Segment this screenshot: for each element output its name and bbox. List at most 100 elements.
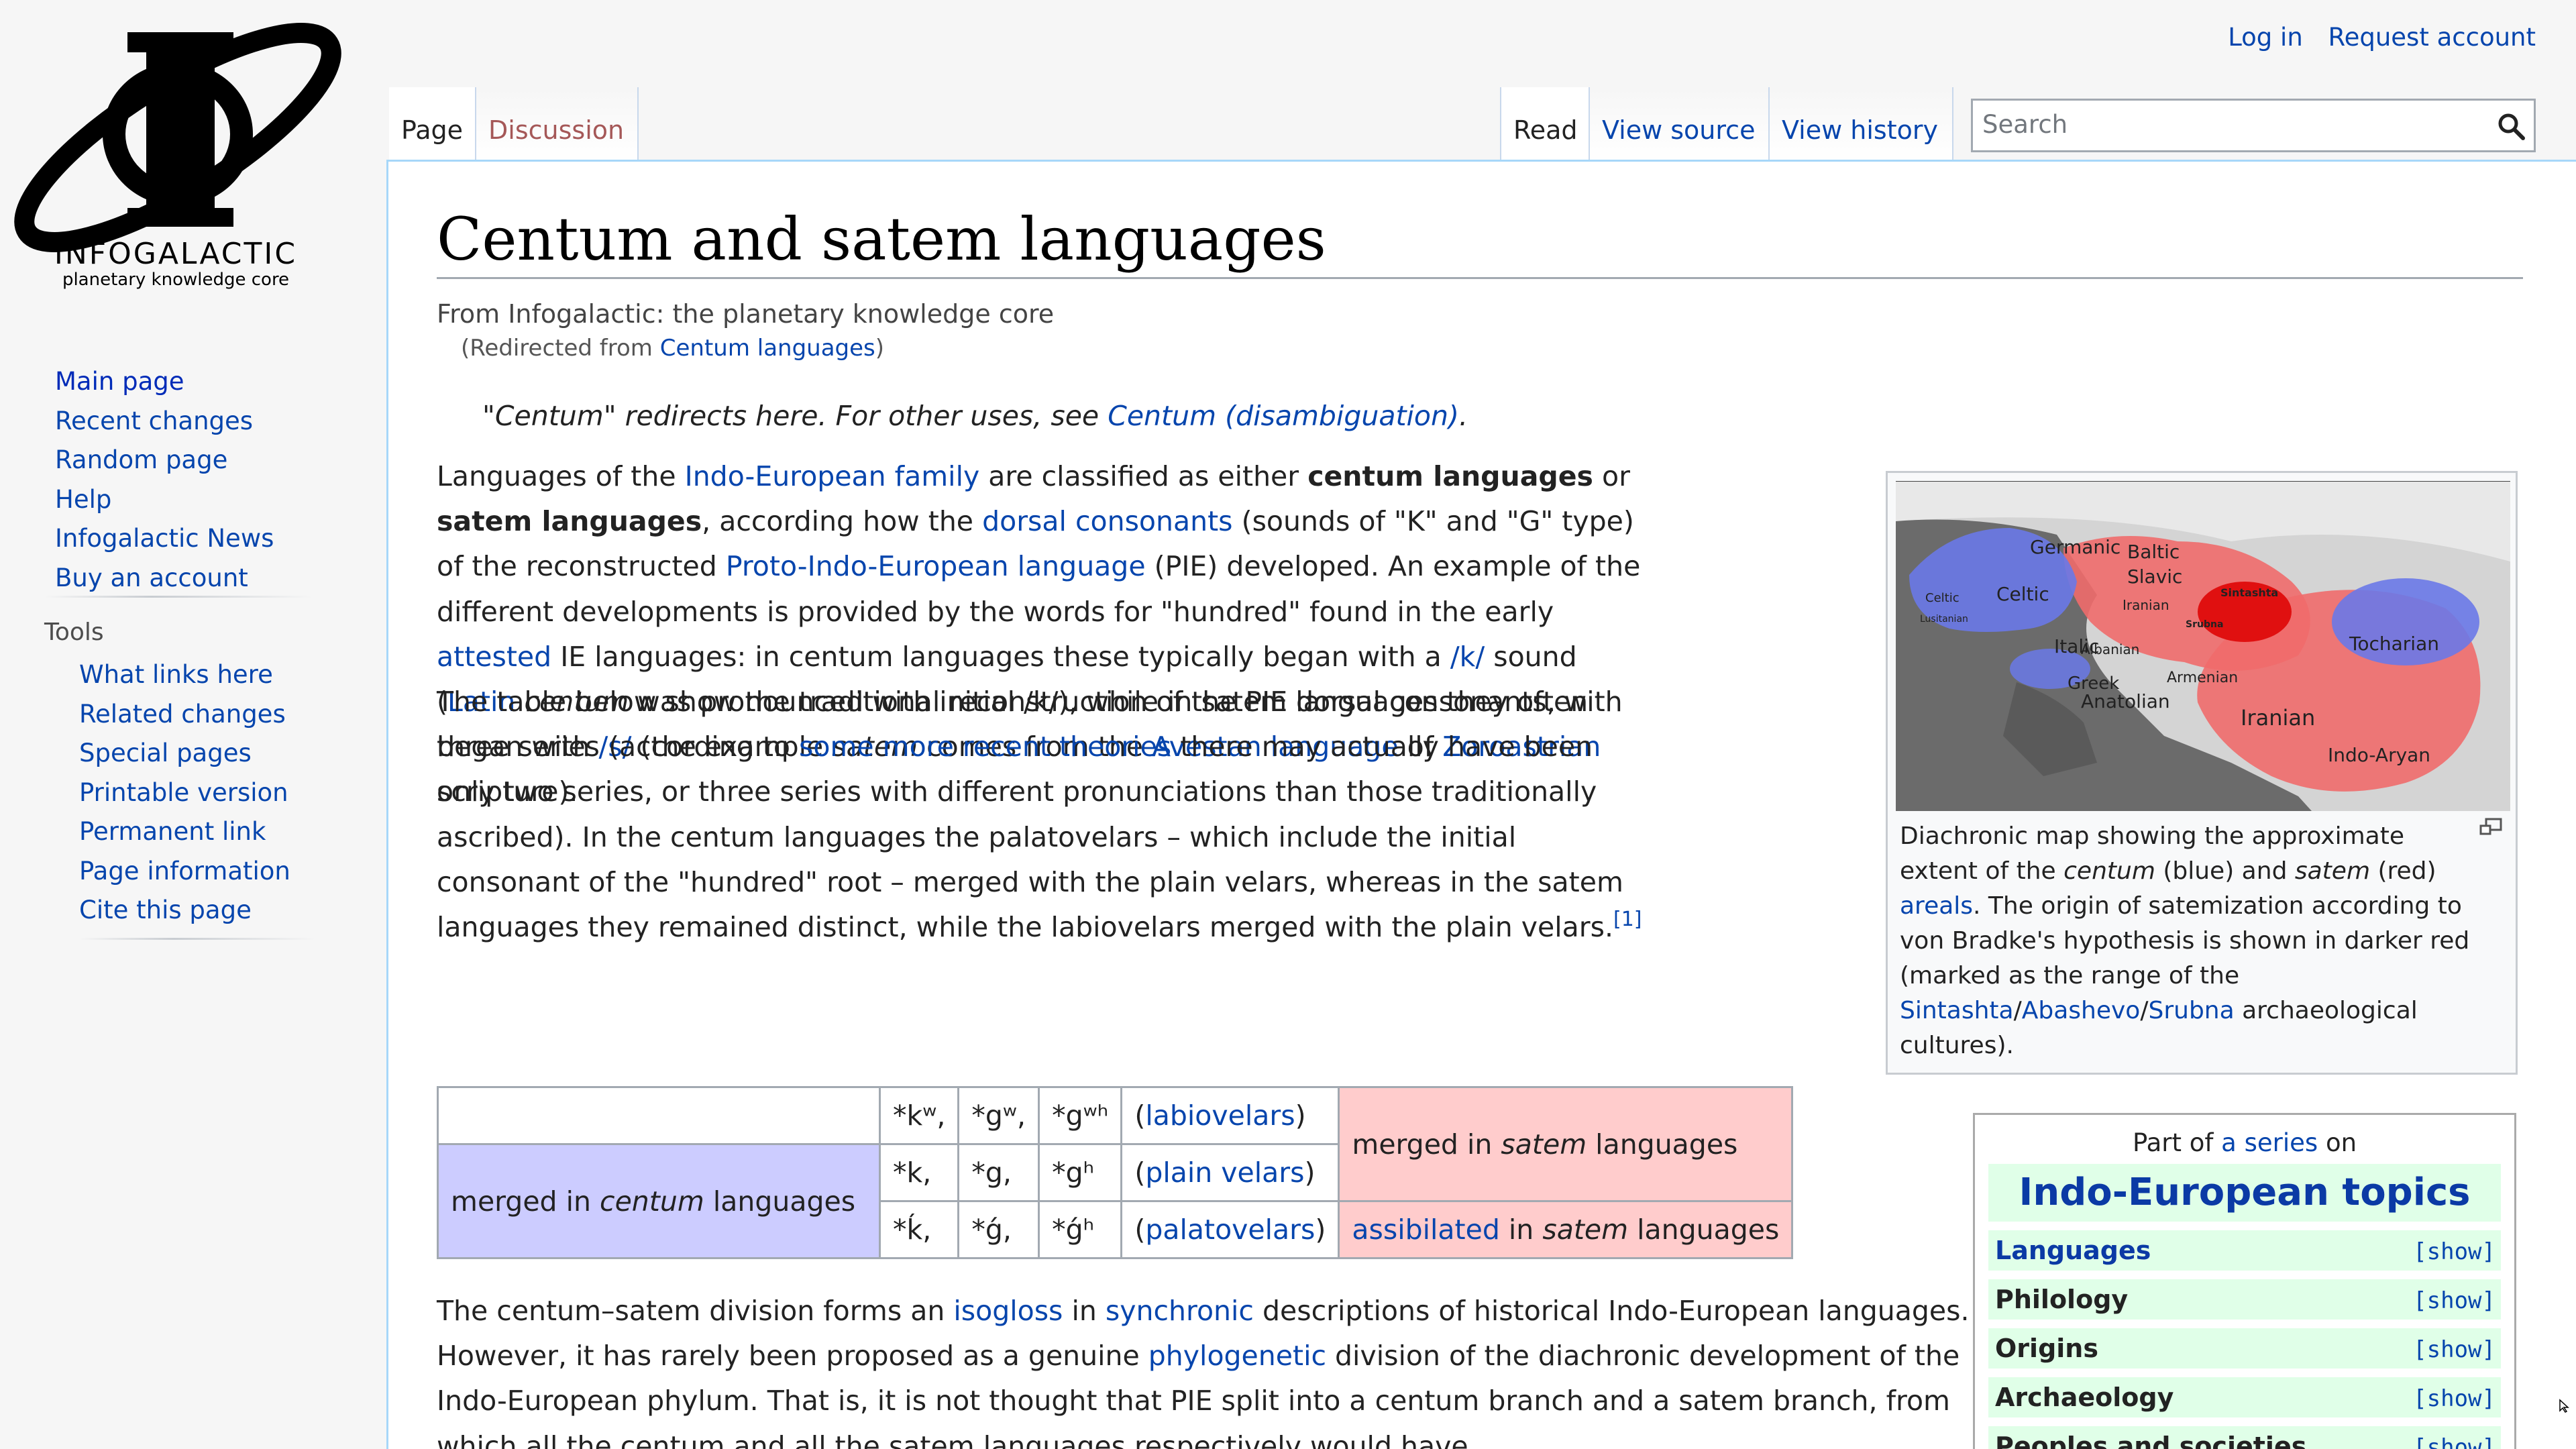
tab-page[interactable]: Page (389, 87, 476, 161)
plain-velars-link[interactable]: plain velars (1145, 1157, 1304, 1189)
tools-item-what-links-here[interactable]: What links here (79, 655, 290, 695)
inline-link[interactable]: Abashevo (2022, 997, 2141, 1024)
map-label: Lusitanian (1920, 614, 1968, 625)
tab-discussion[interactable]: Discussion (476, 87, 639, 161)
table-cell: *g, (957, 1143, 1040, 1202)
assibilated-link[interactable]: assibilated (1352, 1214, 1500, 1246)
tools-item-special-pages[interactable]: Special pages (79, 734, 290, 773)
sidebar-item-infogalactic-news[interactable]: Infogalactic News (55, 519, 274, 559)
page-title: Centum and satem languages (437, 205, 1326, 274)
navbox-row-label: Origins (1995, 1334, 2098, 1363)
sidebar-item-help[interactable]: Help (55, 480, 274, 520)
bold-term: centum languages (1307, 460, 1593, 492)
inline-link[interactable]: synchronic (1106, 1295, 1254, 1327)
inline-link[interactable]: areals (1900, 892, 1973, 920)
map-label: Anatolian (2081, 690, 2170, 712)
disambiguation-link[interactable]: Centum (disambiguation) (1108, 400, 1459, 432)
navbox-row-label: Peoples and societies (1995, 1432, 2307, 1449)
assibilated-cell: assibilated in satem languages (1338, 1200, 1794, 1259)
sidebar-item-main-page[interactable]: Main page (55, 362, 274, 402)
division-paragraph: The centum–satem division forms an isogl… (437, 1289, 1980, 1449)
navbox-row-label[interactable]: Languages (1995, 1236, 2151, 1265)
navbox-row-languages: Languages [show] (1988, 1230, 2501, 1271)
table-cell: (palatovelars) (1120, 1200, 1340, 1259)
search-box (1971, 99, 2536, 152)
request-account-link[interactable]: Request account (2328, 23, 2536, 52)
navbox-title[interactable]: Indo-European topics (1988, 1164, 2501, 1222)
tab-read[interactable]: Read (1500, 87, 1590, 161)
tab-view-history[interactable]: View history (1770, 87, 1953, 161)
navbox-row-label: Archaeology (1995, 1383, 2174, 1412)
navbox-row-origins: Origins [show] (1988, 1328, 2501, 1368)
map-label: Armenian (2167, 669, 2238, 686)
tools-item-permanent-link[interactable]: Permanent link (79, 812, 290, 852)
inline-link[interactable]: isogloss (953, 1295, 1063, 1327)
consonants-table: *kʷ, *gʷ, *gʷʰ (labiovelars) merged in s… (437, 1086, 1794, 1259)
inline-link[interactable]: Indo-European family (685, 460, 980, 492)
text-run: are classified as either (979, 460, 1308, 492)
navbox-show-toggle[interactable]: [show] (2413, 1434, 2496, 1449)
inline-link[interactable]: Proto-Indo-European language (726, 550, 1146, 582)
redirect-source-link[interactable]: Centum languages (660, 335, 875, 362)
site-logo[interactable]: INFOGALACTIC planetary knowledge core (0, 0, 376, 315)
italic-term: satem (2294, 857, 2371, 885)
text-run: The centum–satem division forms an (437, 1295, 954, 1327)
table-cell: (plain velars) (1120, 1143, 1340, 1202)
table-cell: *ǵʰ (1038, 1200, 1123, 1259)
series-link[interactable]: a series (2221, 1128, 2318, 1157)
content-area: Centum and satem languages From Infogala… (386, 160, 2576, 1449)
enlarge-icon[interactable] (2479, 818, 2502, 837)
table-intro-paragraph: The table below show the traditional rec… (437, 680, 1644, 950)
navbox-show-toggle[interactable]: [show] (2413, 1287, 2496, 1314)
inline-link[interactable]: phylogenetic (1148, 1340, 1326, 1372)
inline-link[interactable]: Srubna (2148, 997, 2234, 1024)
inline-link[interactable]: Sintashta (1900, 997, 2014, 1024)
table-cell: *gʰ (1038, 1143, 1123, 1202)
satem-merged-cell: merged in satem languages (1338, 1086, 1794, 1202)
navbox-show-toggle[interactable]: [show] (2413, 1238, 2496, 1265)
navbox-row-label: Philology (1995, 1285, 2129, 1314)
table-cell: *k, (878, 1143, 960, 1202)
map-label: Slavic (2127, 566, 2182, 588)
tools-item-related-changes[interactable]: Related changes (79, 695, 290, 735)
personal-tools: Log in Request account (2210, 23, 2536, 52)
inline-link[interactable]: attested (437, 641, 551, 673)
map-label: Celtic (1996, 583, 2049, 605)
labiovelars-link[interactable]: labiovelars (1145, 1099, 1295, 1132)
table-cell: *gʷʰ (1038, 1086, 1123, 1145)
infogalactic-logo-icon: INFOGALACTIC planetary knowledge core (14, 23, 341, 290)
palatovelars-link[interactable]: palatovelars (1145, 1214, 1315, 1246)
map-label: Baltic (2127, 541, 2180, 563)
inline-link[interactable]: dorsal consonants (982, 505, 1232, 537)
map-label: Celtic (1925, 591, 1960, 605)
map-thumbnail: Germanic Baltic Slavic Celtic Celtic Lus… (1886, 471, 2518, 1075)
inline-link[interactable]: some more recent theories (799, 731, 1171, 763)
navbox-show-toggle[interactable]: [show] (2413, 1385, 2496, 1412)
sidebar-item-buy-an-account[interactable]: Buy an account (55, 559, 274, 598)
search-icon[interactable] (2496, 111, 2526, 141)
navbox-show-toggle[interactable]: [show] (2413, 1336, 2496, 1363)
redirect-note: (Redirected from Centum languages) (461, 335, 885, 362)
tools-item-page-information[interactable]: Page information (79, 852, 290, 892)
text-run: / (2013, 997, 2022, 1024)
tab-view-source[interactable]: View source (1590, 87, 1770, 161)
table-empty-cell (437, 1086, 881, 1145)
sidebar-item-recent-changes[interactable]: Recent changes (55, 402, 274, 441)
map-caption: Diachronic map showing the approximate e… (1900, 819, 2477, 1063)
inline-link[interactable]: /k/ (1450, 641, 1485, 673)
tools-item-cite-this-page[interactable]: Cite this page (79, 891, 290, 930)
centum-satem-map[interactable]: Germanic Baltic Slavic Celtic Celtic Lus… (1896, 481, 2510, 811)
inline-link[interactable]: [1] (1613, 908, 1642, 931)
search-input[interactable] (1981, 109, 2480, 140)
text-run: Languages of the (437, 460, 685, 492)
login-link[interactable]: Log in (2228, 23, 2303, 52)
tools-item-printable-version[interactable]: Printable version (79, 773, 290, 813)
sidebar-item-random-page[interactable]: Random page (55, 441, 274, 480)
reference-marker: [1] (1613, 908, 1642, 931)
navbox-row-peoples-and-societies: Peoples and societies [show] (1988, 1426, 2501, 1449)
map-label: Iranian (2123, 597, 2169, 613)
italic-term: centum (2063, 857, 2155, 885)
tools-heading[interactable]: Tools (44, 619, 104, 646)
tools-divider (79, 938, 315, 940)
table-cell: *ḱ, (878, 1200, 960, 1259)
